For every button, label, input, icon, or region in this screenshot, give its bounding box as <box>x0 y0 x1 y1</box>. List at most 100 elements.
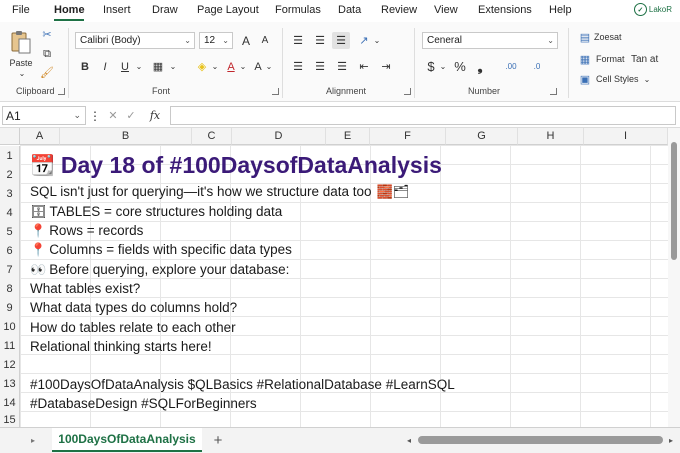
font-color-icon[interactable]: A <box>224 58 238 75</box>
cell-line7[interactable]: What data types do columns hold? <box>30 298 237 317</box>
name-box[interactable]: A1 ⌄ <box>2 106 86 125</box>
column-header-c[interactable]: C <box>192 128 232 145</box>
align-center-icon[interactable]: ☰ <box>312 58 328 75</box>
format-as-table-icon[interactable]: ▦ <box>578 52 592 66</box>
cell-line3[interactable]: 📍 Rows = records <box>30 221 143 240</box>
chevron-down-icon[interactable]: ⌄ <box>134 58 144 75</box>
increase-decimal-icon[interactable]: .00 <box>502 58 520 75</box>
row-header[interactable]: 5 <box>0 222 20 241</box>
sheet-tab-active[interactable]: 100DaysOfDataAnalysis <box>52 428 202 452</box>
cell-styles-button[interactable]: Cell Styles <box>596 72 639 86</box>
align-middle-icon[interactable]: ☰ <box>312 32 328 49</box>
cell-line4[interactable]: 📍 Columns = fields with specific data ty… <box>30 240 292 259</box>
tab-file[interactable]: File <box>12 4 30 16</box>
cell-line9[interactable]: Relational thinking starts here! <box>30 337 212 356</box>
cell-line1[interactable]: SQL isn't just for querying—it's how we … <box>30 182 409 201</box>
scroll-right-icon[interactable]: ▸ <box>666 434 676 446</box>
tab-formulas[interactable]: Formulas <box>275 4 321 16</box>
conditional-formatting-icon[interactable]: ▤ <box>578 30 592 44</box>
tab-extensions[interactable]: Extensions <box>478 4 532 16</box>
format-as-table-button[interactable]: Format <box>596 52 625 66</box>
text-effects-icon[interactable]: A <box>252 58 264 75</box>
shrink-font-button[interactable]: A <box>258 32 272 49</box>
copy-icon[interactable]: ⧉ <box>40 46 54 62</box>
row-header[interactable]: 10 <box>0 317 20 336</box>
chevron-down-icon[interactable]: ⌄ <box>438 58 448 75</box>
tab-page-layout[interactable]: Page Layout <box>197 4 259 16</box>
alignment-launcher-icon[interactable] <box>404 88 411 95</box>
column-header-b[interactable]: B <box>60 128 192 145</box>
decrease-indent-icon[interactable]: ⇤ <box>356 58 372 75</box>
chevron-down-icon[interactable]: ⌄ <box>642 72 652 86</box>
clipboard-launcher-icon[interactable] <box>58 88 65 95</box>
font-name-select[interactable]: Calibri (Body) ⌄ <box>75 32 195 49</box>
cell-line5[interactable]: 👀 Before querying, explore your database… <box>30 260 289 279</box>
cell-line2[interactable]: 🗄 TABLES = core structures holding data <box>30 202 282 221</box>
cell-line10[interactable]: #100DaysOfDataAnalysis $QLBasics #Relati… <box>30 375 455 394</box>
row-header[interactable]: 9 <box>0 298 20 317</box>
paste-button[interactable] <box>8 28 34 56</box>
format-painter-icon[interactable]: 🖌 <box>40 64 54 80</box>
grow-font-button[interactable]: A <box>239 32 253 49</box>
align-bottom-icon[interactable]: ☰ <box>332 32 350 49</box>
row-header[interactable]: 2 <box>0 165 20 184</box>
cell-line11[interactable]: #DatabaseDesign #SQLForBeginners <box>30 394 257 413</box>
font-launcher-icon[interactable] <box>272 88 279 95</box>
title-cell[interactable]: 📆 Day 18 of #100DaysofDataAnalysis <box>30 149 442 181</box>
chevron-down-icon[interactable]: ⌄ <box>372 32 382 49</box>
row-header[interactable]: 13 <box>0 374 20 393</box>
tab-home[interactable]: Home <box>54 4 85 16</box>
align-left-icon[interactable]: ☰ <box>290 58 306 75</box>
row-header[interactable]: 6 <box>0 241 20 260</box>
column-header-h[interactable]: H <box>518 128 584 145</box>
select-all-corner[interactable] <box>0 128 20 145</box>
enter-icon[interactable]: ✓ <box>124 107 138 124</box>
chevron-down-icon[interactable]: ⌄ <box>210 58 220 75</box>
insert-function-button[interactable]: fx <box>146 107 164 124</box>
cell-line6[interactable]: What tables exist? <box>30 279 140 298</box>
row-header[interactable]: 12 <box>0 355 20 374</box>
chevron-down-icon[interactable]: ⌄ <box>238 58 248 75</box>
row-header[interactable]: 7 <box>0 260 20 279</box>
horizontal-scroll-thumb[interactable] <box>418 436 663 444</box>
column-header-a[interactable]: A <box>20 128 60 145</box>
cell-line8[interactable]: How do tables relate to each other <box>30 318 236 337</box>
comma-style-icon[interactable]: ❟ <box>474 58 486 75</box>
cancel-icon[interactable]: ✕ <box>106 107 120 124</box>
row-header[interactable]: 3 <box>0 184 20 203</box>
add-sheet-button[interactable]: + <box>210 431 226 449</box>
column-header-f[interactable]: F <box>370 128 446 145</box>
column-header-e[interactable]: E <box>326 128 370 145</box>
cut-icon[interactable]: ✂ <box>40 26 54 42</box>
italic-button[interactable]: I <box>98 58 112 75</box>
font-size-select[interactable]: 12 ⌄ <box>199 32 233 49</box>
currency-button[interactable]: $ <box>424 58 438 75</box>
chevron-down-icon[interactable]: ⌄ <box>168 58 178 75</box>
align-top-icon[interactable]: ☰ <box>290 32 306 49</box>
vertical-scroll-thumb[interactable] <box>671 142 677 260</box>
tab-review[interactable]: Review <box>381 4 417 16</box>
tab-data[interactable]: Data <box>338 4 361 16</box>
tab-insert[interactable]: Insert <box>103 4 131 16</box>
column-header-g[interactable]: G <box>446 128 518 145</box>
tab-draw[interactable]: Draw <box>152 4 178 16</box>
vertical-scrollbar[interactable] <box>668 128 680 427</box>
increase-indent-icon[interactable]: ⇥ <box>378 58 394 75</box>
orientation-icon[interactable]: ↗ <box>356 32 372 49</box>
tab-help[interactable]: Help <box>549 4 572 16</box>
paste-dropdown-icon[interactable]: ⌄ <box>12 69 32 78</box>
row-header[interactable]: 4 <box>0 203 20 222</box>
row-header[interactable]: 1 <box>0 146 20 165</box>
cell-styles-icon[interactable]: ▣ <box>578 72 592 86</box>
underline-button[interactable]: U <box>118 58 132 75</box>
borders-icon[interactable]: ▦ <box>150 58 166 75</box>
number-launcher-icon[interactable] <box>550 88 557 95</box>
tab-view[interactable]: View <box>434 4 458 16</box>
row-header[interactable]: 14 <box>0 393 20 412</box>
number-format-select[interactable]: Ceneral ⌄ <box>422 32 558 49</box>
row-header[interactable]: 15 <box>0 412 20 427</box>
row-header[interactable]: 11 <box>0 336 20 355</box>
scroll-left-icon[interactable]: ◂ <box>404 434 414 446</box>
row-header[interactable]: 8 <box>0 279 20 298</box>
column-header-d[interactable]: D <box>232 128 326 145</box>
